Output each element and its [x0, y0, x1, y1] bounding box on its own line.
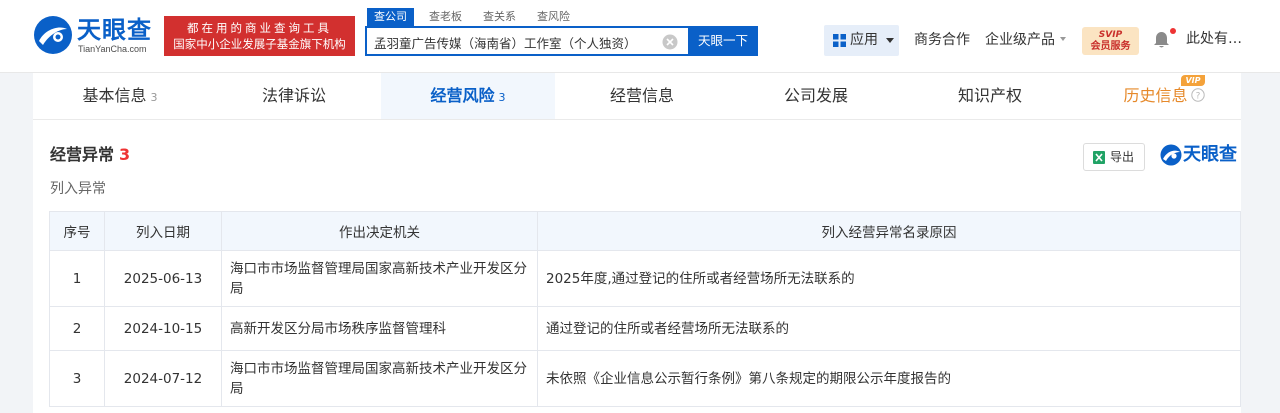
- tab-ip-label: 知识产权: [957, 86, 1022, 105]
- section-subtitle: 列入异常: [50, 181, 106, 197]
- svip-subtitle: 会员服务: [1090, 41, 1131, 52]
- tab-business-info[interactable]: 经营信息: [555, 73, 729, 119]
- excel-icon: [1093, 151, 1105, 164]
- clear-icon[interactable]: [662, 34, 678, 50]
- table-header-row: 序号 列入日期 作出决定机关 列入经营异常名录原因: [49, 211, 1241, 251]
- section-title: 经营异常 3: [50, 144, 130, 166]
- search-box: [365, 26, 688, 56]
- tab-legal-label: 法律诉讼: [261, 86, 326, 105]
- tab-business-info-label: 经营信息: [609, 86, 674, 105]
- section-title-text: 经营异常: [50, 145, 115, 164]
- table-row: 2 2024-10-15 高新开发区分局市场秩序监督管理科 通过登记的住所或者经…: [49, 306, 1241, 351]
- vip-badge: VIP: [1181, 75, 1205, 86]
- cell-no: 1: [49, 250, 105, 307]
- tab-basic-info-label: 基本信息: [82, 86, 147, 105]
- brand-watermark: 天眼查: [1183, 144, 1237, 165]
- search-tab-boss[interactable]: 查老板: [429, 8, 462, 26]
- search-button[interactable]: 天眼一下: [688, 26, 758, 56]
- apps-label: 应用: [850, 32, 878, 48]
- svip-button[interactable]: SVIP 会员服务: [1082, 27, 1139, 55]
- tab-history-label: 历史信息: [1123, 86, 1188, 105]
- tianyancha-logo-icon: [34, 16, 72, 54]
- tianyancha-logo[interactable]: 天眼查 TianYanCha.com: [33, 15, 158, 57]
- cell-date: 2025-06-13: [104, 250, 222, 307]
- help-icon[interactable]: ?: [1190, 88, 1205, 102]
- search-input[interactable]: [374, 32, 654, 52]
- top-header: 天眼查 TianYanCha.com 都在用的商业查询工具 国家中小企业发展子基…: [0, 0, 1280, 73]
- tab-count: 3: [150, 91, 158, 104]
- slogan-banner[interactable]: 都在用的商业查询工具 国家中小企业发展子基金旗下机构: [164, 16, 355, 56]
- tab-business-risk[interactable]: 经营风险 3: [381, 73, 555, 119]
- abnormal-operation-panel: 经营异常 3 列入异常 导出 天眼查 序号 列入日期 作出决定机关 列入经营异常名…: [33, 119, 1241, 413]
- cell-reason: 未依照《企业信息公示暂行条例》第八条规定的期限公示年度报告的: [537, 350, 1241, 407]
- export-button[interactable]: 导出: [1083, 143, 1145, 171]
- tab-business-risk-label: 经营风险: [430, 86, 495, 105]
- nav-enterprise-products[interactable]: 企业级产品: [985, 31, 1066, 50]
- cell-reason: 通过登记的住所或者经营场所无法联系的: [537, 306, 1241, 351]
- nav-business-cooperation[interactable]: 商务合作: [914, 31, 970, 50]
- tab-development[interactable]: 公司发展: [729, 73, 903, 119]
- tab-count: 3: [498, 91, 506, 104]
- apps-dropdown[interactable]: 应用: [824, 25, 899, 56]
- cell-no: 3: [49, 350, 105, 407]
- chevron-down-icon: [886, 38, 894, 43]
- tab-history[interactable]: 历史信息?: [1077, 73, 1251, 119]
- col-header-reason: 列入经营异常名录原因: [537, 211, 1241, 251]
- logo-text: 天眼查: [77, 16, 152, 44]
- chevron-down-icon: [1060, 37, 1066, 41]
- search-tab-relation[interactable]: 查关系: [483, 8, 516, 26]
- bell-icon[interactable]: [1153, 31, 1170, 49]
- slogan-line2: 国家中小企业发展子基金旗下机构: [173, 37, 346, 51]
- search-tab-risk[interactable]: 查风险: [537, 8, 570, 26]
- col-header-no: 序号: [49, 211, 105, 251]
- user-menu[interactable]: 此处有…: [1186, 30, 1242, 49]
- abnormal-list-table: 序号 列入日期 作出决定机关 列入经营异常名录原因 1 2025-06-13 海…: [49, 211, 1241, 407]
- cell-reason: 2025年度,通过登记的住所或者经营场所无法联系的: [537, 250, 1241, 307]
- svg-text:?: ?: [1195, 92, 1200, 102]
- section-tabs: 基本信息 3 法律诉讼 经营风险 3 经营信息 公司发展 知识产权 历史信息? VI…: [33, 73, 1241, 119]
- notification-dot: [1170, 28, 1176, 34]
- tab-legal[interactable]: 法律诉讼: [207, 73, 381, 119]
- section-count: 3: [119, 145, 131, 164]
- tianyancha-brand-icon: [1160, 144, 1182, 166]
- table-row: 1 2025-06-13 海口市市场监督管理局国家高新技术产业开发区分局 202…: [49, 250, 1241, 307]
- tab-basic-info[interactable]: 基本信息 3: [33, 73, 207, 119]
- logo-domain: TianYanCha.com: [78, 44, 147, 54]
- tab-ip[interactable]: 知识产权: [903, 73, 1077, 119]
- col-header-date: 列入日期: [104, 211, 222, 251]
- cell-no: 2: [49, 306, 105, 351]
- cell-authority[interactable]: 高新开发区分局市场秩序监督管理科: [221, 306, 538, 351]
- cell-authority[interactable]: 海口市市场监督管理局国家高新技术产业开发区分局: [221, 250, 538, 307]
- apps-grid-icon: [833, 34, 846, 47]
- svip-label: SVIP: [1098, 30, 1123, 40]
- search-tab-company[interactable]: 查公司: [367, 8, 414, 26]
- cell-authority[interactable]: 海口市市场监督管理局国家高新技术产业开发区分局: [221, 350, 538, 407]
- export-label: 导出: [1110, 150, 1135, 164]
- table-row: 3 2024-07-12 海口市市场监督管理局国家高新技术产业开发区分局 未依照…: [49, 350, 1241, 407]
- nav-enterprise-products-label: 企业级产品: [985, 32, 1055, 48]
- cell-date: 2024-10-15: [104, 306, 222, 351]
- col-header-authority: 作出决定机关: [221, 211, 538, 251]
- slogan-line1: 都在用的商业查询工具: [187, 21, 332, 35]
- cell-date: 2024-07-12: [104, 350, 222, 407]
- tab-development-label: 公司发展: [783, 86, 848, 105]
